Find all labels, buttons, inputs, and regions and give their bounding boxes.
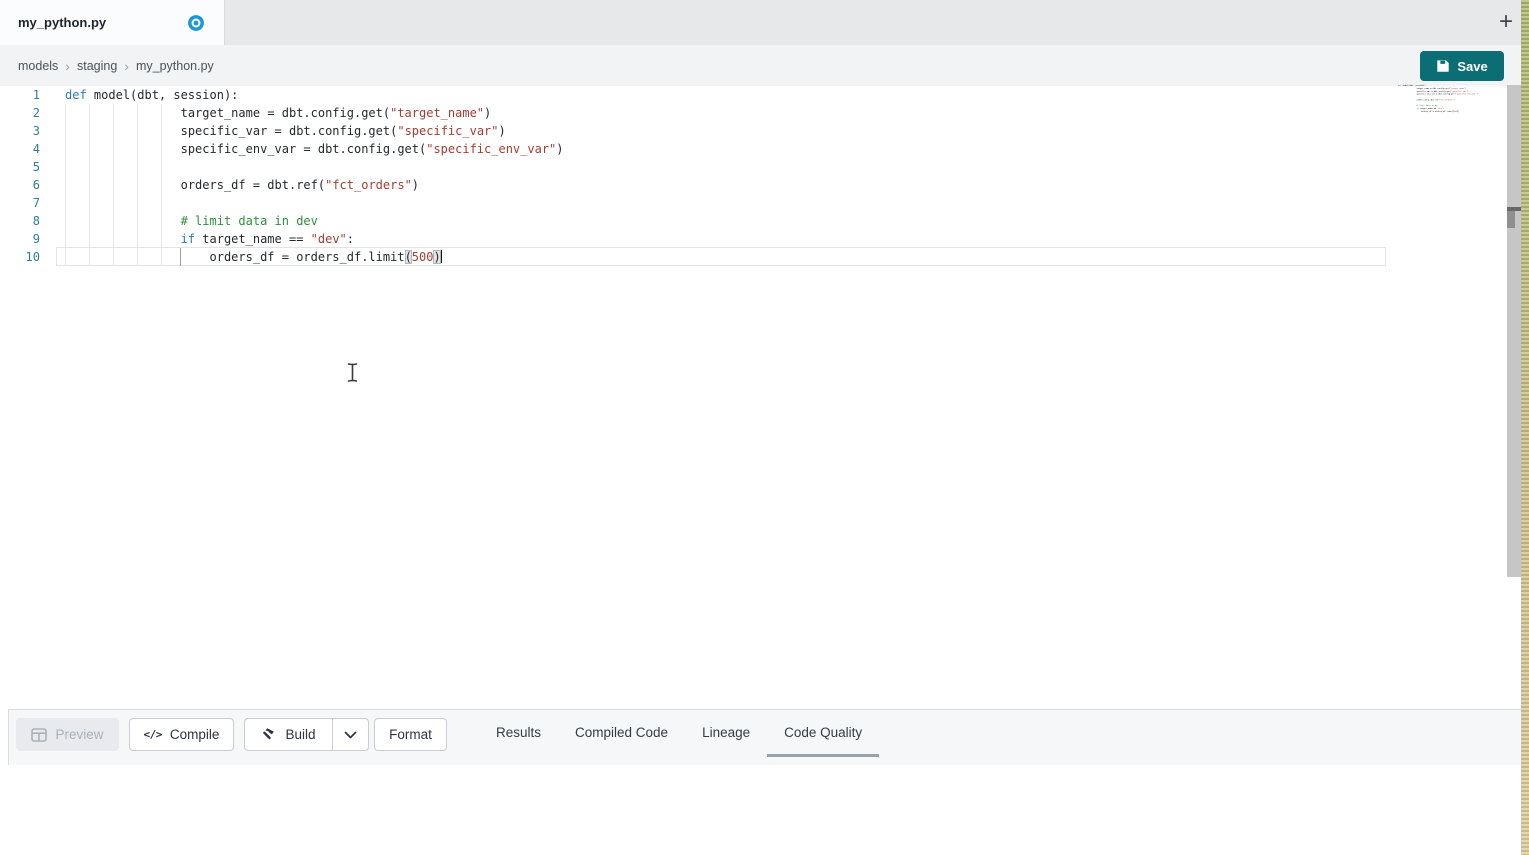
editor-scrollbar-thumb[interactable] xyxy=(1507,211,1515,228)
editor-tab-bar: my_python.py + xyxy=(0,0,1521,45)
build-options-button[interactable] xyxy=(332,718,369,751)
result-tab-compiled-code[interactable]: Compiled Code xyxy=(558,710,685,757)
text-cursor xyxy=(441,250,443,263)
code-quality-panel xyxy=(0,765,1521,855)
result-tab-results[interactable]: Results xyxy=(479,710,558,757)
line-number[interactable]: 5 xyxy=(0,158,40,176)
build-button-label: Build xyxy=(285,727,315,742)
dbt-ide-window: my_python.py + models › staging › my_pyt… xyxy=(0,0,1529,855)
code-line-9[interactable]: 9 if target_name == "dev": xyxy=(0,230,1507,248)
line-number[interactable]: 8 xyxy=(0,212,40,230)
preview-button[interactable]: Preview xyxy=(16,718,119,751)
code-line-1[interactable]: 1def model(dbt, session): xyxy=(0,86,1507,104)
result-tab-lineage[interactable]: Lineage xyxy=(685,710,767,757)
line-number[interactable]: 6 xyxy=(0,176,40,194)
new-tab-button[interactable]: + xyxy=(1492,6,1520,38)
code-line-2[interactable]: 2 target_name = dbt.config.get("target_n… xyxy=(0,104,1507,122)
unsaved-dot-icon xyxy=(188,15,204,31)
plus-icon: + xyxy=(1499,8,1513,36)
minimap[interactable]: def model(dbt, session): target_name = d… xyxy=(1398,84,1490,124)
code-line-8[interactable]: 8 # limit data in dev xyxy=(0,212,1507,230)
code-compile-icon: </> xyxy=(144,728,162,741)
result-tab-code-quality[interactable]: Code Quality xyxy=(767,710,879,757)
compile-button[interactable]: </> Compile xyxy=(129,718,234,751)
desktop-wallpaper-edge xyxy=(1521,0,1529,855)
compile-button-label: Compile xyxy=(170,727,220,742)
preview-button-label: Preview xyxy=(55,727,103,742)
minimap-code: def model(dbt, session): target_name = d… xyxy=(1398,84,1413,113)
line-number[interactable]: 10 xyxy=(0,248,40,266)
line-number[interactable]: 2 xyxy=(0,104,40,122)
format-button-label: Format xyxy=(389,727,432,742)
bottom-toolbar: Preview </> Compile Build Format Results… xyxy=(8,709,1521,765)
breadcrumb-bar: models › staging › my_python.py xyxy=(0,45,1521,86)
code-line-3[interactable]: 3 specific_var = dbt.config.get("specifi… xyxy=(0,122,1507,140)
code-line-7[interactable]: 7 xyxy=(0,194,1507,212)
hammer-build-icon xyxy=(261,727,277,742)
line-number[interactable]: 9 xyxy=(0,230,40,248)
code-editor[interactable]: 1def model(dbt, session):2 target_name =… xyxy=(0,86,1507,708)
chevron-right-icon: › xyxy=(65,58,70,74)
save-button-label: Save xyxy=(1457,59,1487,74)
format-button[interactable]: Format xyxy=(374,718,447,751)
result-tabs: ResultsCompiled CodeLineageCode Quality xyxy=(479,710,879,757)
tab-my-python[interactable]: my_python.py xyxy=(0,0,225,45)
tab-title: my_python.py xyxy=(18,15,106,30)
editor-scrollbar-track[interactable] xyxy=(1507,85,1521,577)
line-number[interactable]: 1 xyxy=(0,86,40,104)
breadcrumb-file[interactable]: my_python.py xyxy=(136,59,214,73)
chevron-right-icon: › xyxy=(124,58,129,74)
floppy-save-icon xyxy=(1436,59,1450,73)
breadcrumb-staging[interactable]: staging xyxy=(77,59,117,73)
code-line-5[interactable]: 5 xyxy=(0,158,1507,176)
code-line-4[interactable]: 4 specific_env_var = dbt.config.get("spe… xyxy=(0,140,1507,158)
build-button[interactable]: Build xyxy=(244,718,332,751)
code-line-6[interactable]: 6 orders_df = dbt.ref("fct_orders") xyxy=(0,176,1507,194)
breadcrumb: models › staging › my_python.py xyxy=(18,45,214,86)
save-button[interactable]: Save xyxy=(1420,51,1504,81)
line-number[interactable]: 7 xyxy=(0,194,40,212)
text-ibeam-cursor xyxy=(345,362,360,383)
code-line-10[interactable]: 10 orders_df = orders_df.limit(500) xyxy=(0,248,1507,266)
line-number[interactable]: 3 xyxy=(0,122,40,140)
line-number[interactable]: 4 xyxy=(0,140,40,158)
table-preview-icon xyxy=(31,728,47,742)
chevron-down-icon xyxy=(344,731,357,739)
breadcrumb-models[interactable]: models xyxy=(18,59,58,73)
